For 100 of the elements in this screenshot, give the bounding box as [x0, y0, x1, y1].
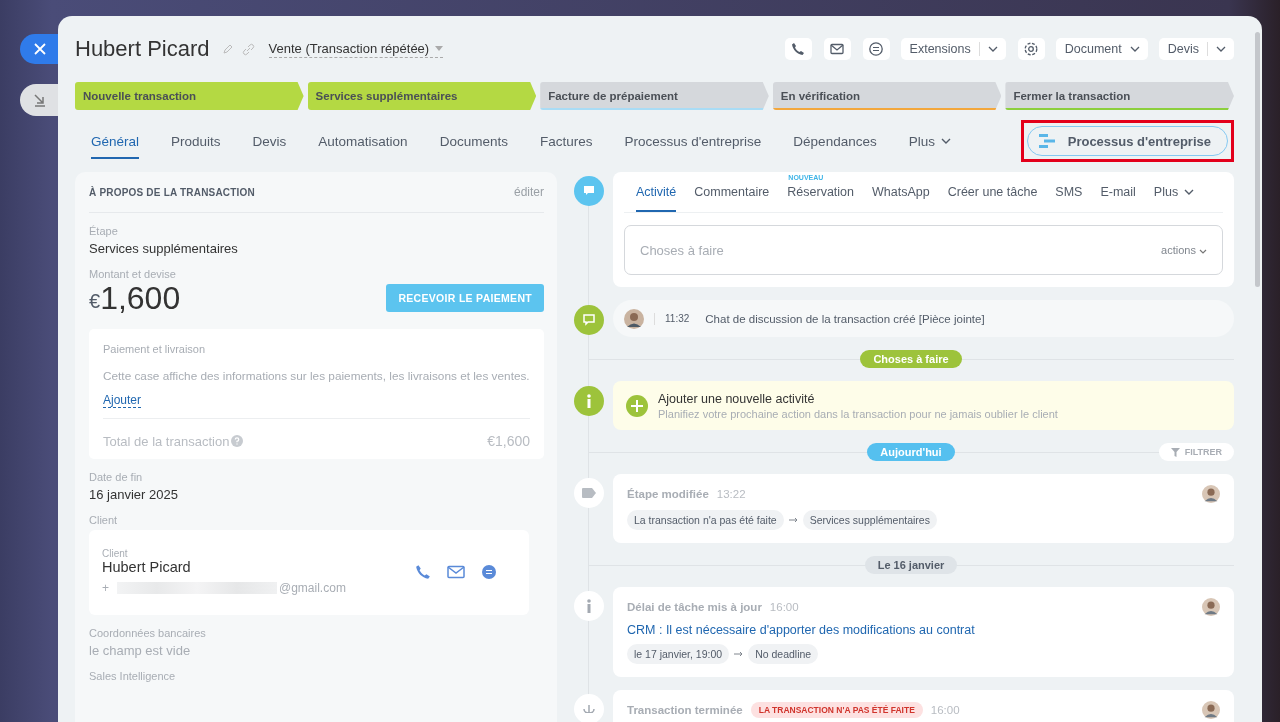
- settings-button[interactable]: [1017, 38, 1045, 60]
- phone-icon: [791, 42, 806, 56]
- event-time: 16:00: [769, 601, 799, 613]
- info-icon: [574, 591, 604, 621]
- field-value: le champ est vide: [89, 643, 192, 658]
- event-text: Chat de discussion de la transaction créé [Pièce jointe]: [705, 312, 985, 325]
- toolbar-button[interactable]: Document: [1055, 38, 1148, 60]
- composer-tab[interactable]: Commentaire: [694, 172, 770, 212]
- mail-button[interactable]: [823, 38, 851, 60]
- mail-icon[interactable]: [447, 564, 465, 579]
- panel-description: Cette case affiche des informations sur les paiements, les livraisons et les ventes.: [103, 369, 531, 383]
- composer-tab[interactable]: Activité: [636, 172, 677, 212]
- close-button[interactable]: [20, 34, 58, 64]
- field-label: Montant et devise: [89, 268, 177, 280]
- composer-tab[interactable]: Plus: [1153, 172, 1195, 212]
- avatar: [1202, 598, 1220, 616]
- plus-icon[interactable]: [626, 394, 648, 417]
- filter-icon: [1170, 447, 1180, 457]
- close-icon: [34, 43, 46, 55]
- toolbar-button[interactable]: Extensions: [900, 38, 1006, 60]
- chat-icon: [868, 41, 885, 57]
- tab[interactable]: Factures: [539, 123, 593, 159]
- tab[interactable]: Général: [91, 123, 140, 159]
- client-label: Client: [102, 548, 129, 559]
- chat-button[interactable]: [862, 38, 890, 60]
- phone-text: +: [102, 581, 109, 595]
- date-divider: Choses à faire: [860, 350, 962, 368]
- tab[interactable]: Produits: [171, 123, 221, 159]
- process-icon: [1037, 133, 1056, 149]
- add-activity-card[interactable]: Ajouter une nouvelle activité Planifiez votre prochaine action dans la transaction pour ne jamais oublier le client: [613, 381, 1234, 430]
- composer-tab[interactable]: Créer une tâche: [947, 172, 1038, 212]
- field-label: Client: [89, 514, 119, 526]
- arrow-icon: [788, 517, 798, 523]
- caret-icon: [940, 138, 951, 144]
- gear-icon: [1023, 41, 1040, 57]
- value-chip: Services supplémentaires: [802, 510, 937, 530]
- event-time: 16:00: [930, 704, 960, 716]
- event-time: 11:32: [665, 313, 690, 324]
- field-label: Date de fin: [89, 471, 144, 483]
- deal-title: Hubert Picard: [75, 36, 210, 62]
- pipeline-stage[interactable]: En vérification: [772, 82, 1002, 110]
- total-value: €1,600: [487, 433, 530, 449]
- card-hint: Planifiez votre prochaine action dans la transaction pour ne jamais oublier le client: [658, 407, 1058, 420]
- caret-icon: [1184, 189, 1195, 195]
- caret-icon: [1216, 46, 1226, 52]
- todo-input[interactable]: Choses à faire actions: [624, 225, 1223, 275]
- panel-title: Paiement et livraison: [103, 343, 207, 355]
- avatar: [624, 308, 644, 329]
- avatar: [1202, 485, 1220, 503]
- card-title: Ajouter une nouvelle activité: [658, 391, 816, 406]
- tab[interactable]: Automatisation: [318, 123, 408, 159]
- field-label: Coordonnées bancaires: [89, 627, 207, 639]
- tab[interactable]: Devis: [252, 123, 287, 159]
- minimize-icon: [33, 93, 47, 107]
- tab[interactable]: Dépendances: [793, 123, 877, 159]
- composer-tab[interactable]: WhatsApp: [872, 172, 930, 212]
- event-title: Étape modifiée: [627, 488, 709, 500]
- pipeline-stage[interactable]: Nouvelle transaction: [75, 82, 304, 110]
- field-label: Étape: [89, 225, 119, 237]
- pipeline-stage[interactable]: Fermer la transaction: [1005, 82, 1234, 110]
- tab[interactable]: Plus: [908, 123, 951, 159]
- caret-icon: [1199, 249, 1207, 254]
- composer-tab[interactable]: SMS: [1055, 172, 1083, 212]
- status-badge: LA TRANSACTION N'A PAS ÉTÉ FAITE: [750, 702, 923, 718]
- tab[interactable]: Processus d'entreprise: [624, 123, 762, 159]
- mail-icon: [830, 43, 845, 55]
- field-value: 16 janvier 2025: [89, 487, 179, 502]
- avatar: [1202, 701, 1220, 719]
- client-name[interactable]: Hubert Picard: [102, 559, 415, 575]
- field-value: Services supplémentaires: [89, 241, 239, 256]
- tag-icon: [574, 478, 604, 508]
- comment-icon: [574, 176, 604, 206]
- arrow-icon: [734, 651, 744, 657]
- category-dropdown[interactable]: Vente (Transaction répétée): [268, 40, 444, 58]
- field-label: Sales Intelligence: [89, 670, 177, 682]
- section-title: À PROPOS DE LA TRANSACTION: [89, 186, 255, 198]
- date-divider: Aujourd'hui: [867, 443, 955, 461]
- tab[interactable]: Documents: [439, 123, 508, 159]
- total-label: Total de la transaction: [103, 433, 230, 449]
- pipeline-stage[interactable]: Services supplémentaires: [307, 82, 537, 110]
- caret-icon: [435, 45, 444, 51]
- chat-icon[interactable]: [481, 563, 497, 580]
- event-title: Délai de tâche mis à jour: [627, 601, 762, 613]
- date-divider: Le 16 janvier: [864, 556, 958, 574]
- chat-icon: [574, 305, 604, 335]
- amount-value: 1,600: [100, 279, 181, 317]
- pipeline-stage[interactable]: Facture de prépaiement: [540, 82, 769, 110]
- anchor-icon: [574, 694, 604, 722]
- add-link[interactable]: Ajouter: [103, 393, 142, 408]
- info-icon: [574, 386, 604, 416]
- value-chip: No deadline: [748, 644, 819, 664]
- phone-button[interactable]: [784, 38, 812, 60]
- composer-tab[interactable]: E-mail: [1100, 172, 1136, 212]
- process-button[interactable]: Processus d'entreprise: [1026, 126, 1228, 156]
- toolbar-button[interactable]: Devis: [1158, 38, 1234, 60]
- caret-icon: [987, 46, 998, 52]
- value-chip: La transaction n'a pas été faite: [627, 510, 784, 530]
- minimize-button[interactable]: [20, 84, 58, 116]
- phone-icon[interactable]: [415, 563, 431, 580]
- task-link[interactable]: CRM : Il est nécessaire d'apporter des modifications au contrat: [627, 623, 1220, 637]
